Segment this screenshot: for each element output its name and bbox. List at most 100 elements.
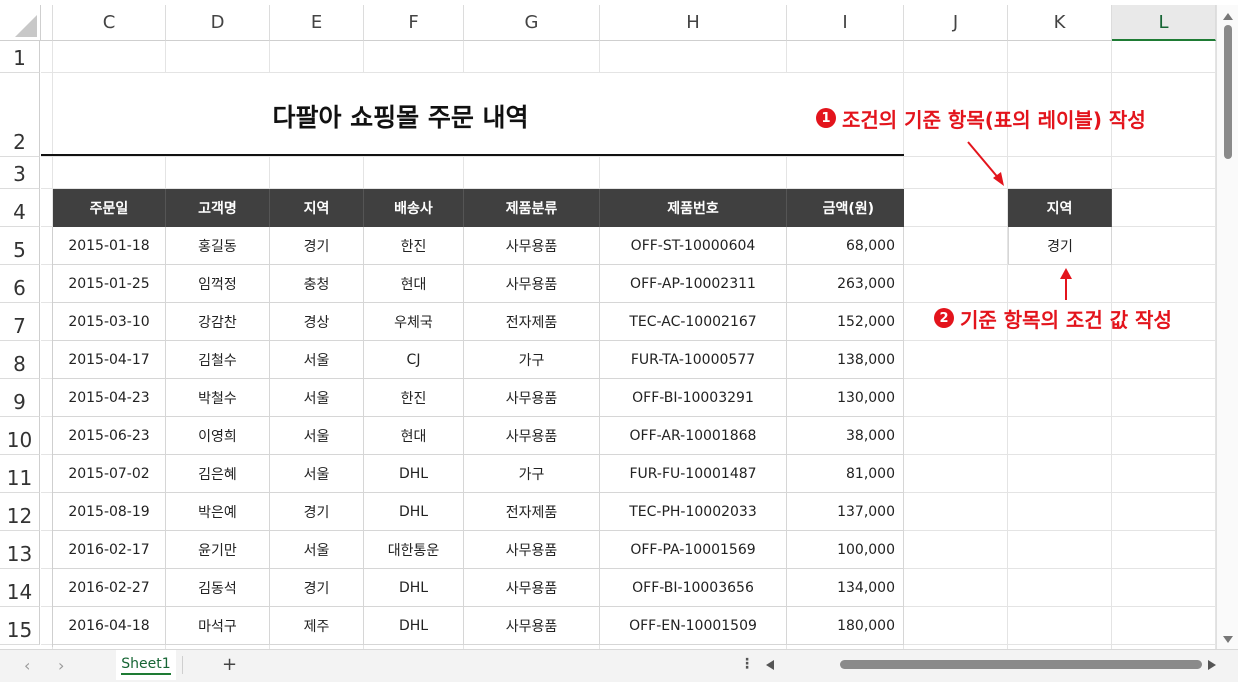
cell-carrier[interactable]: 한진 (364, 227, 464, 265)
cell-customer[interactable]: 임꺽정 (166, 265, 270, 303)
cell-order-date[interactable]: 2015-08-19 (53, 493, 166, 531)
cell-amount[interactable]: 134,000 (787, 569, 904, 607)
column-header-j[interactable]: J (904, 5, 1008, 41)
scroll-down-arrow-icon[interactable] (1217, 629, 1238, 649)
row-header-7[interactable]: 7 (0, 303, 40, 341)
next-sheet-icon[interactable]: › (58, 656, 64, 675)
cell-order-date[interactable]: 2015-01-25 (53, 265, 166, 303)
cell-customer[interactable]: 강감찬 (166, 303, 270, 341)
cell-amount[interactable]: 81,000 (787, 455, 904, 493)
cell-category[interactable]: 가구 (464, 341, 600, 379)
row-header-13[interactable]: 13 (0, 531, 40, 569)
column-header-d[interactable]: D (166, 5, 270, 41)
cell-category[interactable]: 사무용품 (464, 265, 600, 303)
row-header-15[interactable]: 15 (0, 607, 40, 645)
row-header-4[interactable]: 4 (0, 189, 40, 227)
column-header-i[interactable]: I (787, 5, 904, 41)
cell-region[interactable]: 충청 (270, 265, 364, 303)
column-header-b[interactable] (41, 5, 53, 41)
cell-region[interactable]: 경기 (270, 227, 364, 265)
cell-amount[interactable]: 180,000 (787, 607, 904, 645)
cell-category[interactable]: 가구 (464, 455, 600, 493)
cell-product-id[interactable]: OFF-AR-10001868 (600, 417, 787, 455)
cell-carrier[interactable]: DHL (364, 455, 464, 493)
criteria-header[interactable]: 지역 (1008, 189, 1112, 227)
criteria-value[interactable]: 경기 (1008, 227, 1112, 265)
row-header-8[interactable]: 8 (0, 341, 40, 379)
cell-carrier[interactable]: DHL (364, 569, 464, 607)
cell-order-date[interactable]: 2015-04-17 (53, 341, 166, 379)
cell-carrier[interactable]: DHL (364, 493, 464, 531)
row-header-6[interactable]: 6 (0, 265, 40, 303)
cell-product-id[interactable]: OFF-BI-10003291 (600, 379, 787, 417)
cell-region[interactable]: 경상 (270, 303, 364, 341)
table-header-region[interactable]: 지역 (270, 189, 364, 227)
more-options-icon[interactable]: ⋮ (740, 656, 754, 672)
cell-region[interactable]: 서울 (270, 531, 364, 569)
cell-product-id[interactable]: TEC-PH-10002033 (600, 493, 787, 531)
vertical-scrollbar[interactable] (1216, 5, 1238, 649)
cell-category[interactable]: 사무용품 (464, 607, 600, 645)
row-header-1[interactable]: 1 (0, 41, 40, 73)
scroll-up-arrow-icon[interactable] (1217, 7, 1238, 27)
cell-customer[interactable]: 김은혜 (166, 455, 270, 493)
cell-customer[interactable]: 마석구 (166, 607, 270, 645)
cell-product-id[interactable]: OFF-AP-10002311 (600, 265, 787, 303)
row-header-3[interactable]: 3 (0, 157, 40, 189)
cell-customer[interactable]: 박철수 (166, 379, 270, 417)
column-header-g[interactable]: G (464, 5, 600, 41)
column-header-l[interactable]: L (1112, 5, 1216, 41)
cell-region[interactable]: 서울 (270, 341, 364, 379)
row-header-12[interactable]: 12 (0, 493, 40, 531)
cell-product-id[interactable]: TEC-AC-10002167 (600, 303, 787, 341)
cell-amount[interactable]: 100,000 (787, 531, 904, 569)
cell-customer[interactable]: 홍길동 (166, 227, 270, 265)
add-sheet-button[interactable]: + (222, 654, 237, 675)
cell-customer[interactable]: 윤기만 (166, 531, 270, 569)
cell-carrier[interactable]: 우체국 (364, 303, 464, 341)
cell-order-date[interactable]: 2015-04-23 (53, 379, 166, 417)
scroll-right-arrow-icon[interactable] (1206, 659, 1218, 671)
cell-category[interactable]: 전자제품 (464, 493, 600, 531)
row-header-10[interactable]: 10 (0, 417, 40, 455)
table-header-category[interactable]: 제품분류 (464, 189, 600, 227)
cell-carrier[interactable]: CJ (364, 341, 464, 379)
cell-region[interactable]: 경기 (270, 493, 364, 531)
cell-order-date[interactable]: 2016-04-18 (53, 607, 166, 645)
column-header-f[interactable]: F (364, 5, 464, 41)
cell-product-id[interactable]: OFF-BI-10003656 (600, 569, 787, 607)
cell-product-id[interactable]: FUR-TA-10000577 (600, 341, 787, 379)
table-header-date[interactable]: 주문일 (53, 189, 166, 227)
cell-customer[interactable]: 이영희 (166, 417, 270, 455)
scroll-left-arrow-icon[interactable] (764, 659, 776, 671)
cell-product-id[interactable]: OFF-PA-10001569 (600, 531, 787, 569)
cell-region[interactable]: 서울 (270, 379, 364, 417)
cell-amount[interactable]: 137,000 (787, 493, 904, 531)
cell-amount[interactable]: 38,000 (787, 417, 904, 455)
row-header-14[interactable]: 14 (0, 569, 40, 607)
cell-amount[interactable]: 130,000 (787, 379, 904, 417)
cell-category[interactable]: 사무용품 (464, 417, 600, 455)
cell-product-id[interactable]: OFF-EN-10001509 (600, 607, 787, 645)
cell-product-id[interactable]: FUR-FU-10001487 (600, 455, 787, 493)
cell-product-id[interactable]: OFF-ST-10000604 (600, 227, 787, 265)
row-header-9[interactable]: 9 (0, 379, 40, 417)
cell-carrier[interactable]: DHL (364, 607, 464, 645)
table-header-product-id[interactable]: 제품번호 (600, 189, 787, 227)
cell-amount[interactable]: 68,000 (787, 227, 904, 265)
cell-region[interactable]: 경기 (270, 569, 364, 607)
cell-customer[interactable]: 박은예 (166, 493, 270, 531)
sheet-tab-sheet1[interactable]: Sheet1 (116, 650, 176, 680)
column-header-c[interactable]: C (53, 5, 166, 41)
row-header-11[interactable]: 11 (0, 455, 40, 493)
cell-amount[interactable]: 263,000 (787, 265, 904, 303)
cell-category[interactable]: 사무용품 (464, 531, 600, 569)
cell-amount[interactable]: 152,000 (787, 303, 904, 341)
cell-customer[interactable]: 김철수 (166, 341, 270, 379)
column-header-e[interactable]: E (270, 5, 364, 41)
cell-category[interactable]: 사무용품 (464, 227, 600, 265)
cell-category[interactable]: 사무용품 (464, 569, 600, 607)
select-all-corner[interactable] (0, 5, 41, 41)
cell-order-date[interactable]: 2015-07-02 (53, 455, 166, 493)
cell-category[interactable]: 전자제품 (464, 303, 600, 341)
